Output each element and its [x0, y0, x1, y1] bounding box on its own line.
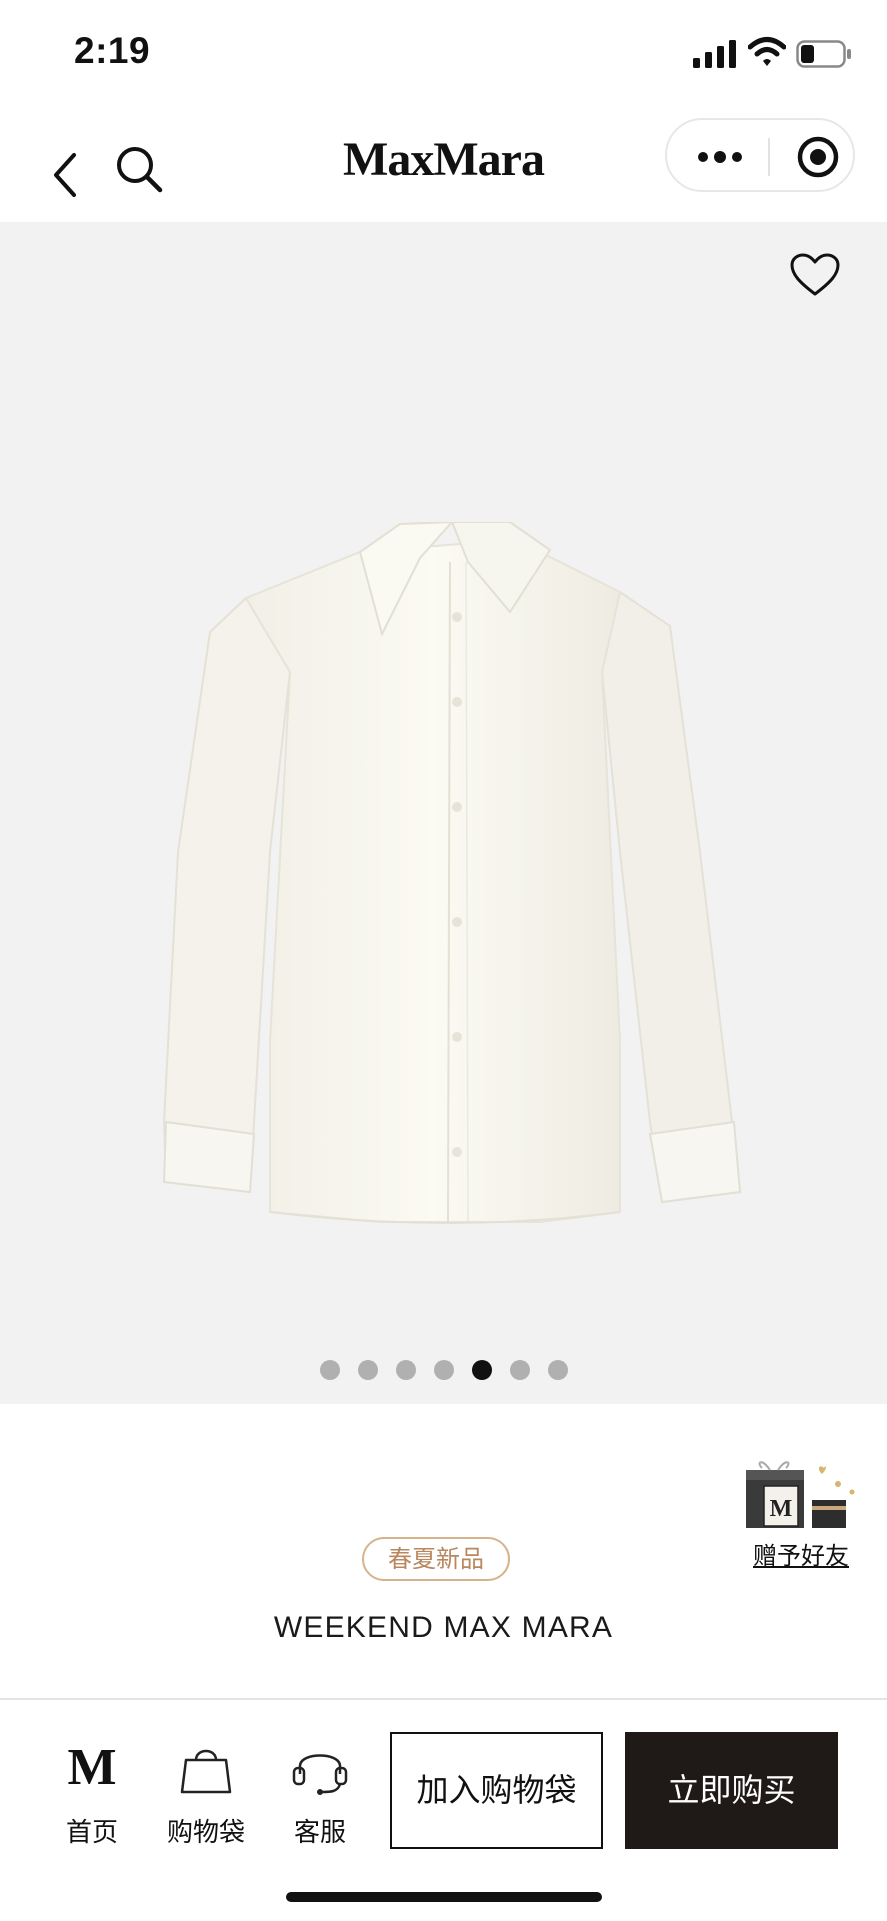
carousel-dot[interactable]: [433, 1360, 454, 1380]
wifi-icon: [748, 37, 786, 66]
mini-program-capsule: [665, 118, 855, 192]
tab-customer-service[interactable]: 客服: [270, 1740, 370, 1850]
buy-now-button[interactable]: 立即购买: [625, 1732, 838, 1849]
product-brand: WEEKEND MAX MARA: [273, 1611, 614, 1644]
tab-shopping-bag[interactable]: 购物袋: [156, 1740, 256, 1850]
battery-icon: [796, 40, 851, 68]
product-image-blouse: [162, 522, 742, 1224]
carousel-dot[interactable]: [357, 1360, 378, 1380]
carousel-dot[interactable]: [319, 1360, 340, 1380]
heart-icon[interactable]: [789, 252, 841, 298]
headset-icon: [292, 1754, 348, 1795]
m-logo-icon: M: [67, 1739, 117, 1796]
tab-home[interactable]: M 首页: [42, 1740, 142, 1850]
season-badge: 春夏新品: [362, 1537, 510, 1581]
home-indicator: [286, 1892, 602, 1902]
nav-header: MaxMara: [0, 108, 887, 222]
gift-to-friend-button[interactable]: M 赠予好友: [740, 1448, 860, 1576]
tab-label: 客服: [293, 1818, 346, 1848]
capsule-divider: [768, 138, 770, 176]
shopping-bag-icon: [180, 1749, 232, 1794]
carousel-dot[interactable]: [509, 1360, 530, 1380]
carousel-dot[interactable]: [395, 1360, 416, 1380]
carousel-dots: [0, 1360, 887, 1384]
carousel-dot-active[interactable]: [471, 1360, 492, 1380]
status-bar: 2:19: [0, 0, 887, 108]
gift-label[interactable]: 赠予好友: [740, 1536, 862, 1571]
gift-box-icon: M: [746, 1461, 855, 1528]
product-gallery[interactable]: [0, 222, 887, 1404]
tab-label: 购物袋: [166, 1818, 245, 1848]
bottom-divider: [0, 1698, 887, 1700]
add-to-bag-button[interactable]: 加入购物袋: [390, 1732, 603, 1849]
tab-label: 首页: [65, 1818, 118, 1848]
svg-text:M: M: [770, 1496, 793, 1522]
status-time: 2:19: [74, 30, 151, 71]
more-icon[interactable]: [695, 142, 745, 172]
signal-icon: [693, 40, 736, 68]
target-icon[interactable]: [796, 135, 840, 179]
carousel-dot[interactable]: [547, 1360, 568, 1380]
